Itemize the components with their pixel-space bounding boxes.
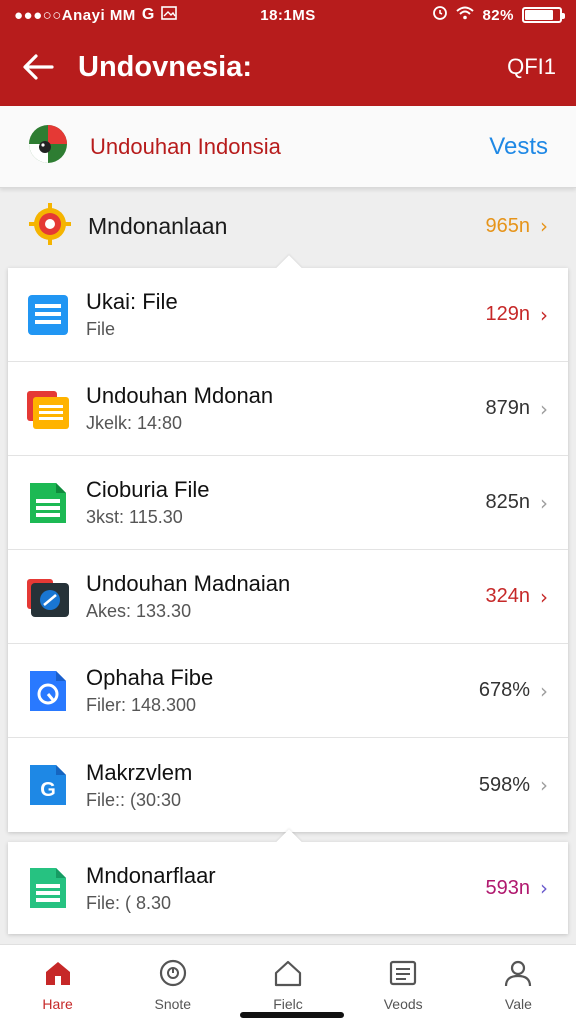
home-icon [43,959,73,992]
list-item[interactable]: Mndonarflaar File: ( 8.30 593n › [8,842,568,934]
list-item[interactable]: Ophaha Fibe Filer: 148.300 678% › [8,644,568,738]
folder-orange-icon [26,387,70,431]
nav-item-veods[interactable]: Veods [346,945,461,1024]
file-value: 593n [485,876,531,899]
nav-item-note[interactable]: Snote [115,945,230,1024]
file-value: 678% [478,679,530,701]
toolbar-action-button[interactable]: QFI1 [507,54,556,80]
chevron-right-icon: › [540,876,548,900]
indonesia-logo-icon [28,124,68,169]
battery-fill [525,10,553,20]
nav-item-profile[interactable]: Vale [461,945,576,1024]
summary-value: 965n [485,214,531,237]
file-subtitle: Akes: 133.30 [86,601,192,621]
folder-dark-icon [26,575,70,619]
file-title: Undouhan Mdonan [86,383,274,408]
file-title: Undouhan Madnaian [86,571,291,596]
chevron-right-icon: › [540,584,548,609]
file-subtitle: 3kst: 115.30 [86,507,183,527]
file-value: 598% [478,773,530,796]
arrow-left-icon[interactable] [22,47,62,87]
chevron-right-icon: › [540,302,548,327]
chevron-right-icon: › [540,678,548,703]
person-icon [503,959,533,992]
file-list-more: Mndonarflaar File: ( 8.30 593n › [8,829,568,934]
list-item[interactable]: G Makrzvlem File:: (30:30 598% › [8,738,568,832]
chevron-right-icon: › [540,773,548,797]
nav-label: Vale [504,996,532,1012]
battery-icon [522,7,565,23]
summary-meta: 965n › [486,214,549,238]
file-title: Cioburia File [86,477,210,502]
house-outline-icon [273,959,303,992]
file-title: Ukai: File [86,289,178,314]
nav-label: Fielc [273,996,303,1012]
home-indicator [240,1012,344,1018]
file-title: Mndonarflaar [86,862,216,888]
wifi-icon [456,6,475,24]
status-time: 18:1MS [260,6,316,24]
nav-item-home[interactable]: Hare [0,945,115,1024]
toolbar: Undovnesia: QFI1 [0,42,576,92]
list-item[interactable]: Undouhan Madnaian Akes: 133.30 324n › [8,550,568,644]
file-subtitle: File:: (30:30 [86,789,182,810]
file-value: 879n [485,397,531,419]
file-subtitle: Filer: 148.300 [86,695,197,715]
carrier-label: ●●●○○Anayi MM [14,6,136,24]
file-subtitle: Jkelk: 14:80 [86,413,183,433]
image-icon [160,6,177,24]
list-item[interactable]: Cioburia File 3kst: 115.30 825n › [8,456,568,550]
source-action-link[interactable]: Vests [489,133,548,161]
doc-g-icon: G [26,763,70,807]
clock-icon [158,959,188,992]
file-title: Ophaha Fibe [86,665,214,690]
sheet-teal-icon [26,866,70,910]
nav-label: Hare [42,996,73,1012]
alarm-icon [432,5,448,25]
file-value: 825n [485,491,531,513]
doc-gauge-icon [26,669,70,713]
summary-row[interactable]: Mndonanlaan 965n › [0,190,576,262]
page-title: Undovnesia: [78,50,253,83]
status-bar: ●●●○○Anayi MM G 18:1MS 82% [0,0,576,30]
file-value: 324n [485,585,531,607]
summary-title: Mndonanlaan [88,212,228,239]
file-subtitle: File: ( 8.30 [86,892,172,913]
file-title: Makrzvlem [86,759,193,785]
doc-blue-icon [26,293,70,337]
file-value: 129n [485,303,531,325]
app-bar: ●●●○○Anayi MM G 18:1MS 82% Undovnesia: Q… [0,0,576,106]
svg-text:G: G [40,779,56,801]
source-title: Undouhan Indonsia [90,133,281,159]
file-subtitle: File [86,319,116,339]
sheet-green-icon [26,481,70,525]
sun-badge-icon [28,202,72,251]
list-item[interactable]: Undouhan Mdonan Jkelk: 14:80 879n › [8,362,568,456]
chevron-right-icon: › [540,490,548,515]
file-list: Ukai: File File 129n › Undouhan Mdonan J… [8,255,568,832]
nav-label: Veods [383,996,423,1012]
battery-percent: 82% [482,6,514,24]
nav-label: Snote [154,996,192,1012]
chevron-right-icon: › [540,214,548,238]
chevron-right-icon: › [540,396,548,421]
g-icon: G [141,6,155,23]
list-item[interactable]: Ukai: File File 129n › [8,268,568,362]
list-icon [388,959,418,992]
source-header: Undouhan Indonsia Vests [0,106,576,188]
